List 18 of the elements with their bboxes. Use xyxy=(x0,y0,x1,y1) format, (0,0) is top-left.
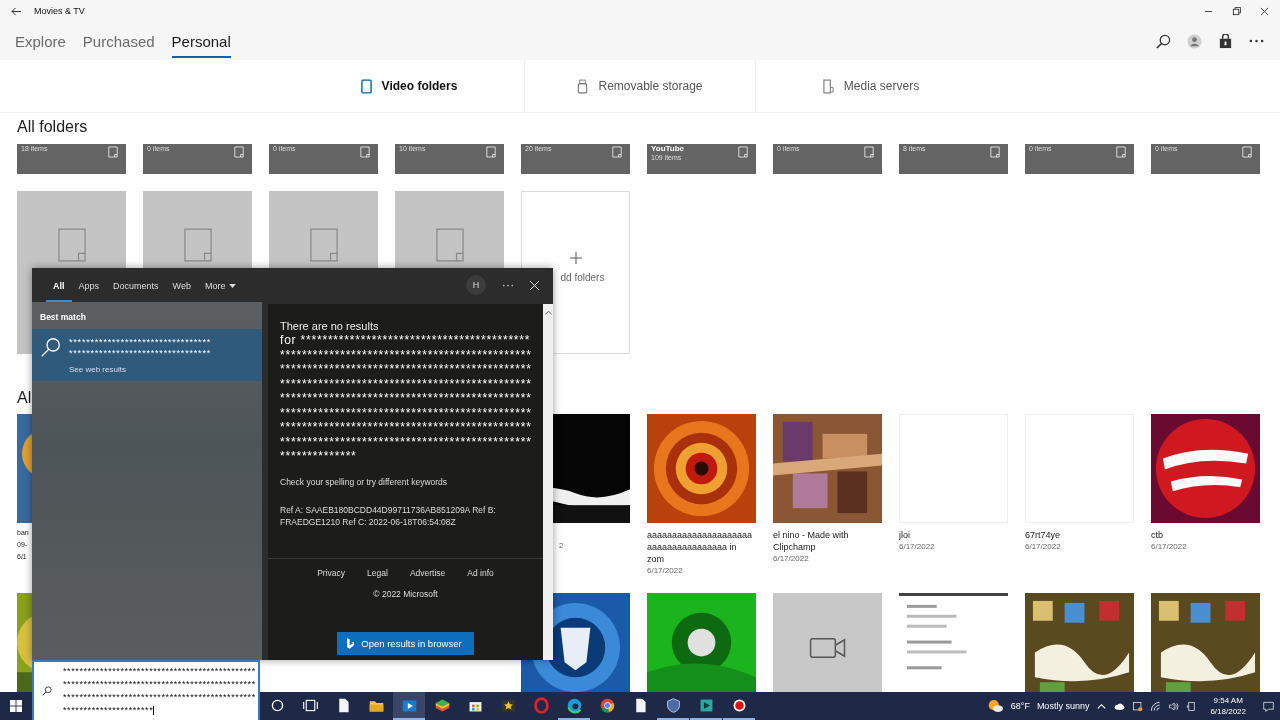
video-date: 2 xyxy=(559,541,565,550)
query-text: ********************************* xyxy=(69,348,211,359)
no-results-heading: There are no results xyxy=(280,320,380,333)
reference-text: Ref A: SAAEB180BCDD44D99711736AB851209A Ref B: FRAEDGE1210 Ref C: 2022-06-18T06:54:08Z xyxy=(280,503,497,528)
add-folders-label: dd folders xyxy=(560,272,605,283)
section-label: Best match xyxy=(39,311,87,324)
copyright-text: © 2022 Microsoft xyxy=(373,589,438,599)
query-text: ********************************* xyxy=(69,337,211,348)
video-date: 6/17/2022 xyxy=(899,541,936,553)
window-title: Movies & TV xyxy=(34,6,85,16)
section-heading: Al xyxy=(17,389,32,408)
video-date: 6/17/2022 xyxy=(647,565,684,577)
video-date: 6/17/2022 xyxy=(1151,541,1188,553)
video-date: 6/17/2022 xyxy=(773,553,810,565)
hint-text: Check your spelling or try different keywords xyxy=(280,476,449,487)
folder-name: YouTube xyxy=(651,144,685,153)
video-date: 6/17/2022 xyxy=(1025,541,1062,553)
section-heading: All folders xyxy=(17,118,89,137)
